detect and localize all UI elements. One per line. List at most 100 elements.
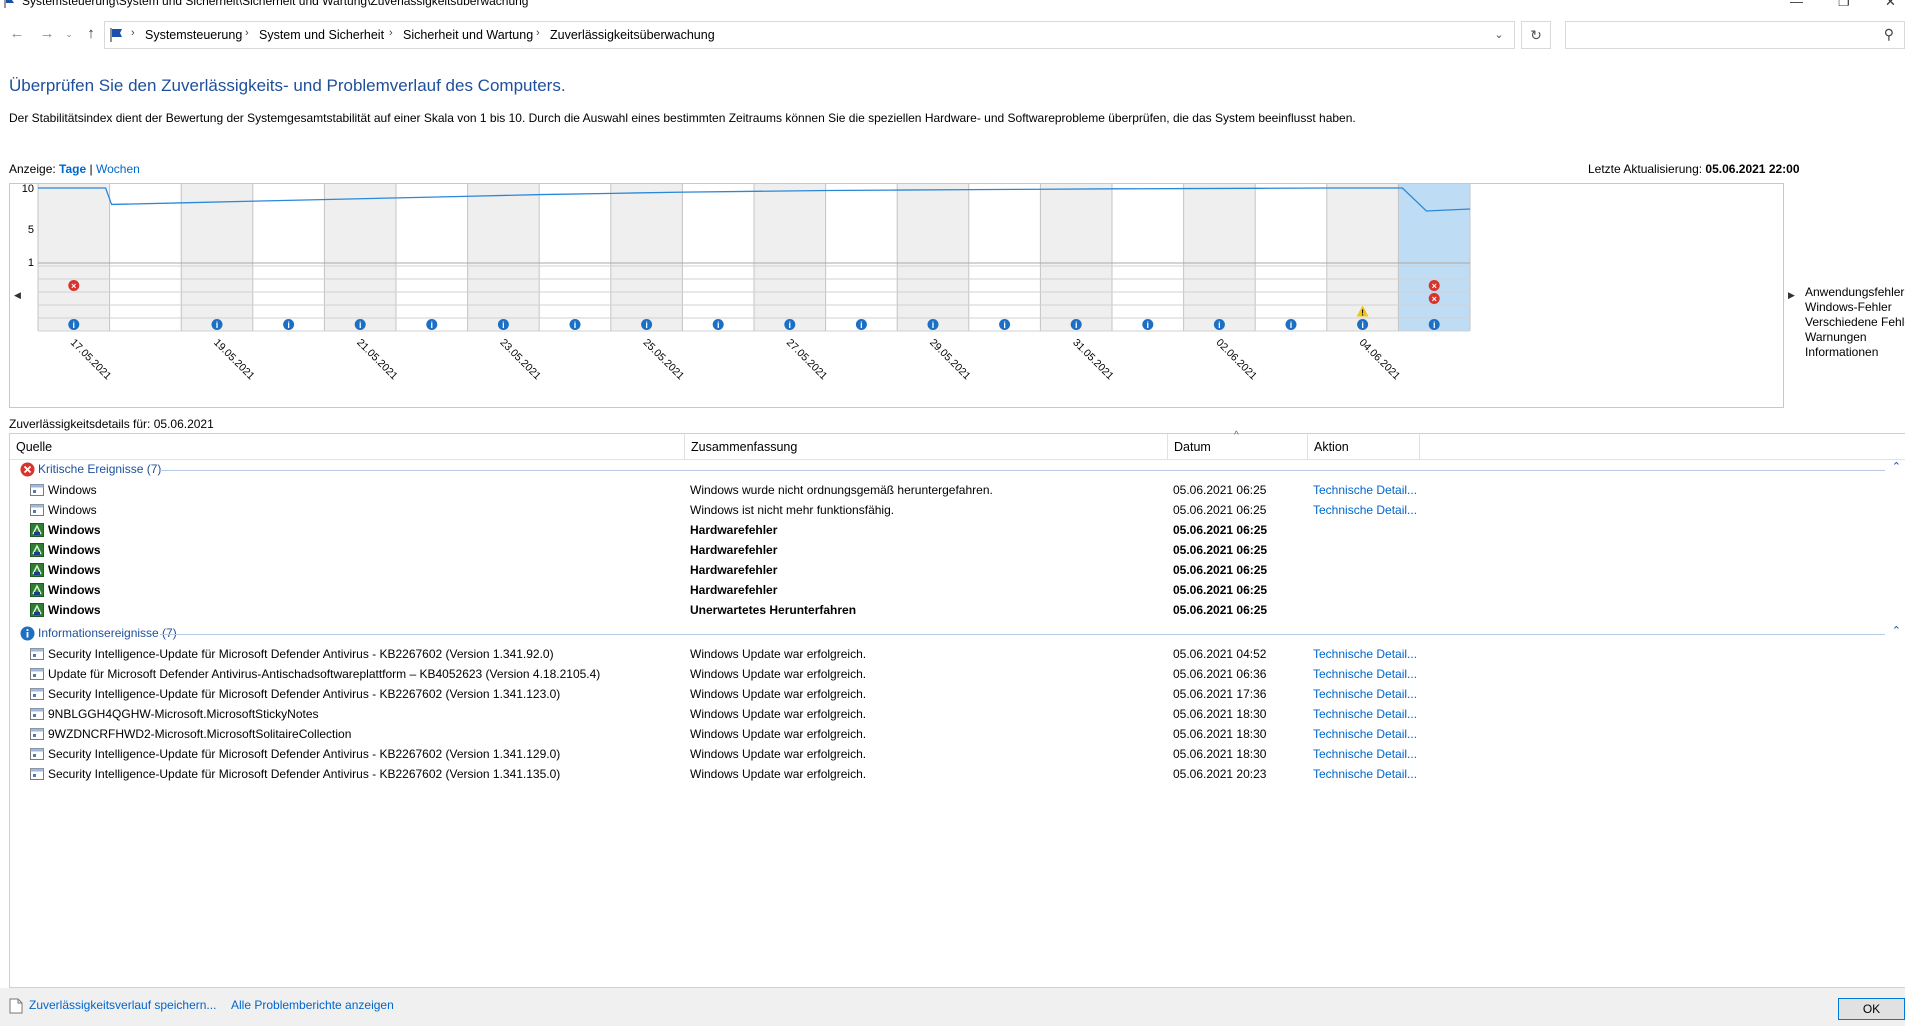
day-column[interactable]	[38, 184, 110, 331]
event-group-header[interactable]: Kritische Ereignisse (7) ⌃	[10, 461, 1905, 479]
stability-chart-canvas[interactable]: 10 5 1 × × ×! i i i i i i i i i i i i i i i i i i i 17.05.2021 19.…	[10, 184, 1785, 409]
technical-details-link[interactable]: Technische Detail...	[1313, 480, 1417, 500]
event-summary: Windows Update war erfolgreich.	[690, 667, 867, 681]
event-row[interactable]: Security Intelligence-Update für Microso…	[10, 744, 1905, 764]
y-tick-label: 5	[28, 224, 34, 236]
last-update-value: 05.06.2021 22:00	[1705, 162, 1800, 176]
day-column[interactable]	[539, 184, 611, 331]
event-summary: Windows Update war erfolgreich.	[690, 747, 867, 761]
event-row[interactable]: Security Intelligence-Update für Microso…	[10, 684, 1905, 704]
event-row[interactable]: Windows Hardwarefehler 05.06.2021 06:25	[10, 580, 1905, 600]
day-column[interactable]	[1255, 184, 1327, 331]
window-title: Systemsteuerung\System und Sicherheit\Si…	[22, 0, 529, 8]
breadcrumb-system-security[interactable]: System und Sicherheit	[259, 28, 384, 42]
chart-scroll-right-icon[interactable]: ▶	[1788, 290, 1795, 301]
collapse-chevron-icon[interactable]: ⌃	[1892, 460, 1901, 473]
restore-button[interactable]: ❐	[1838, 0, 1850, 10]
event-group-header[interactable]: Informationsereignisse (7) ⌃	[10, 625, 1905, 643]
day-column[interactable]	[968, 184, 1041, 331]
column-action[interactable]: Aktion	[1308, 434, 1420, 460]
grid-header: Quelle Zusammenfassung Datum Aktion ^	[10, 430, 1905, 460]
day-column[interactable]	[1398, 184, 1470, 331]
save-document-icon	[9, 998, 23, 1014]
column-summary[interactable]: Zusammenfassung	[685, 434, 1168, 460]
refresh-button[interactable]: ↻	[1521, 21, 1551, 49]
technical-details-link[interactable]: Technische Detail...	[1313, 500, 1417, 520]
search-box[interactable]: ⚲	[1565, 21, 1905, 49]
event-source: 9WZDNCRFHWD2-Microsoft.MicrosoftSolitair…	[48, 727, 352, 741]
information-icon-glyph: i	[1290, 320, 1293, 330]
address-dropdown-icon[interactable]: ⌄	[1484, 22, 1514, 48]
information-icon-glyph: i	[287, 320, 290, 330]
event-row[interactable]: Security Intelligence-Update für Microso…	[10, 644, 1905, 664]
address-bar[interactable]: › Systemsteuerung › System und Sicherhei…	[104, 21, 1515, 49]
breadcrumb-separator-icon: ›	[131, 27, 135, 39]
search-input[interactable]	[1570, 25, 1870, 45]
app-window-icon	[30, 647, 44, 661]
information-icon-glyph: i	[431, 320, 434, 330]
event-row[interactable]: Windows Hardwarefehler 05.06.2021 06:25	[10, 560, 1905, 580]
day-column[interactable]	[754, 184, 826, 331]
event-row[interactable]: Windows Unerwartetes Herunterfahren 05.0…	[10, 600, 1905, 620]
event-row[interactable]: Windows Hardwarefehler 05.06.2021 06:25	[10, 520, 1905, 540]
ok-button[interactable]: OK	[1838, 998, 1905, 1020]
day-column[interactable]	[1040, 184, 1112, 331]
day-column[interactable]	[109, 184, 182, 331]
day-column[interactable]	[682, 184, 754, 331]
event-row[interactable]: Update für Microsoft Defender Antivirus-…	[10, 664, 1905, 684]
technical-details-link[interactable]: Technische Detail...	[1313, 684, 1417, 704]
event-source: Windows	[48, 603, 101, 617]
event-summary: Hardwarefehler	[690, 563, 778, 577]
y-tick-label: 1	[28, 257, 34, 269]
hardware-icon	[30, 583, 44, 597]
up-arrow-icon[interactable]: ↑	[82, 25, 100, 43]
breadcrumb-control-panel[interactable]: Systemsteuerung	[145, 28, 242, 42]
day-column[interactable]	[181, 184, 253, 331]
back-arrow-icon[interactable]: ←	[8, 25, 26, 43]
forward-arrow-icon[interactable]: →	[38, 25, 56, 43]
search-icon[interactable]: ⚲	[1884, 26, 1894, 43]
day-column[interactable]	[897, 184, 969, 331]
close-button[interactable]: ✕	[1885, 0, 1896, 10]
view-weeks-link[interactable]: Wochen	[96, 162, 140, 176]
day-column[interactable]	[1112, 184, 1184, 331]
day-column[interactable]	[252, 184, 325, 331]
event-row[interactable]: Security Intelligence-Update für Microso…	[10, 764, 1905, 784]
view-days-link[interactable]: Tage	[59, 162, 86, 176]
day-column[interactable]	[1183, 184, 1256, 331]
collapse-chevron-icon[interactable]: ⌃	[1892, 624, 1901, 637]
app-window-icon	[30, 767, 44, 781]
breadcrumb-security-maintenance[interactable]: Sicherheit und Wartung	[403, 28, 533, 42]
day-column[interactable]	[396, 184, 468, 331]
windows-error-icon-glyph: ×	[1432, 281, 1437, 291]
save-history-link[interactable]: Zuverlässigkeitsverlauf speichern...	[29, 998, 216, 1012]
technical-details-link[interactable]: Technische Detail...	[1313, 704, 1417, 724]
technical-details-link[interactable]: Technische Detail...	[1313, 724, 1417, 744]
day-column[interactable]	[467, 184, 540, 331]
event-date: 05.06.2021 04:52	[1173, 647, 1267, 661]
event-row[interactable]: Windows Windows ist nicht mehr funktions…	[10, 500, 1905, 520]
breadcrumb-reliability-monitor[interactable]: Zuverlässigkeitsüberwachung	[550, 28, 715, 42]
minimize-button[interactable]: —	[1790, 0, 1803, 9]
day-column[interactable]	[324, 184, 396, 331]
event-date: 05.06.2021 06:25	[1173, 603, 1268, 617]
event-row[interactable]: Windows Windows wurde nicht ordnungsgemä…	[10, 480, 1905, 500]
stability-chart[interactable]: 10 5 1 × × ×! i i i i i i i i i i i i i i i i i i i 17.05.2021 19.…	[9, 183, 1784, 408]
event-summary: Windows Update war erfolgreich.	[690, 767, 867, 781]
event-date: 05.06.2021 06:25	[1173, 483, 1267, 497]
technical-details-link[interactable]: Technische Detail...	[1313, 764, 1417, 784]
day-column[interactable]	[825, 184, 898, 331]
technical-details-link[interactable]: Technische Detail...	[1313, 644, 1417, 664]
event-row[interactable]: 9NBLGGH4QGHW-Microsoft.MicrosoftStickyNo…	[10, 704, 1905, 724]
technical-details-link[interactable]: Technische Detail...	[1313, 664, 1417, 684]
information-icon-glyph: i	[1075, 320, 1078, 330]
technical-details-link[interactable]: Technische Detail...	[1313, 744, 1417, 764]
view-problem-reports-link[interactable]: Alle Problemberichte anzeigen	[231, 998, 394, 1012]
event-row[interactable]: 9WZDNCRFHWD2-Microsoft.MicrosoftSolitair…	[10, 724, 1905, 744]
recent-chevron-icon[interactable]: ⌄	[60, 25, 78, 43]
column-source[interactable]: Quelle	[10, 434, 685, 460]
chart-scroll-left-icon[interactable]: ◀	[14, 290, 21, 301]
event-row[interactable]: Windows Hardwarefehler 05.06.2021 06:25	[10, 540, 1905, 560]
day-column[interactable]	[610, 184, 683, 331]
event-date: 05.06.2021 06:25	[1173, 563, 1268, 577]
